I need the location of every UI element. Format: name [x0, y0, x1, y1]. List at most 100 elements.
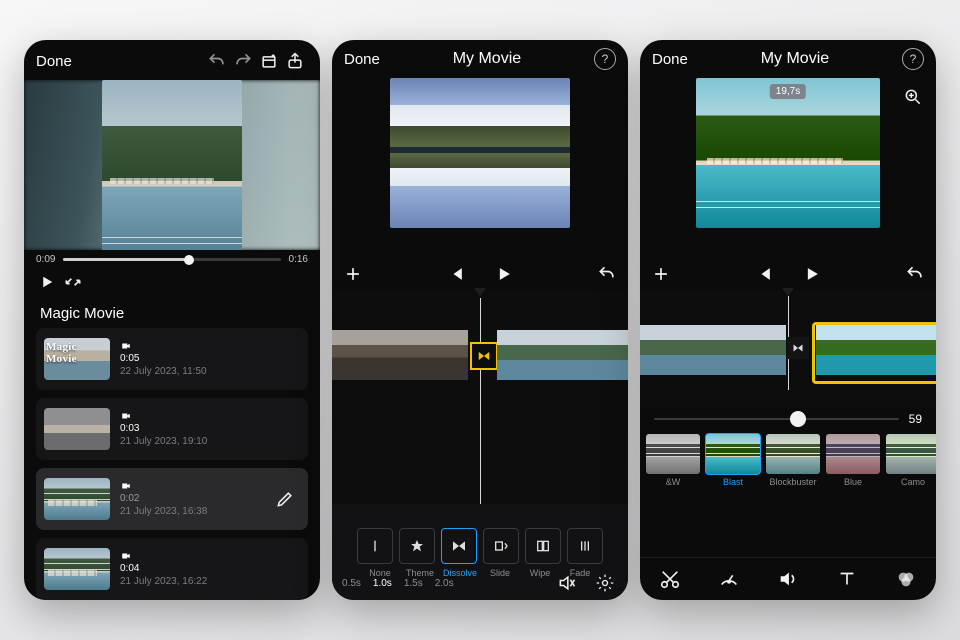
clip-duration: 0:03 — [120, 423, 207, 434]
duration-option[interactable]: 0.5s — [342, 578, 361, 589]
skip-back-icon[interactable] — [751, 261, 777, 287]
slider-value: 59 — [909, 412, 922, 426]
timeline[interactable]: None Theme Dissolve Slide Wipe Fade 0.5s… — [332, 290, 628, 600]
transition-theme[interactable] — [399, 528, 435, 564]
time-current: 0:09 — [36, 254, 55, 265]
clip-duration: 0:02 — [120, 493, 207, 504]
filter-blast-selected[interactable]: Blast — [706, 434, 760, 487]
clip-item[interactable]: Magic Movie 0:05 22 July 2023, 11:50 — [36, 328, 308, 390]
settings-icon[interactable] — [592, 570, 618, 596]
fullscreen-icon[interactable] — [60, 269, 86, 295]
timeline-controls — [332, 256, 628, 290]
transition-none[interactable] — [357, 528, 393, 564]
transition-slide[interactable] — [483, 528, 519, 564]
add-button[interactable] — [648, 261, 674, 287]
clip-duration: 0:05 — [120, 353, 207, 364]
transition-fade[interactable] — [567, 528, 603, 564]
clip-date: 22 July 2023, 11:50 — [120, 366, 207, 377]
project-title: My Movie — [761, 50, 829, 68]
done-button[interactable]: Done — [652, 51, 688, 68]
transition-duration-row: 0.5s 1.0s 1.5s 2.0s — [342, 570, 618, 596]
intensity-slider[interactable]: 59 — [640, 408, 936, 430]
edit-toolbar — [640, 557, 936, 600]
time-total: 0:16 — [289, 254, 308, 265]
undo-icon[interactable] — [902, 261, 928, 287]
header: Done — [24, 40, 320, 80]
volume-icon[interactable] — [775, 566, 801, 592]
phone-transitions: Done My Movie ? — [332, 40, 628, 600]
redo-icon[interactable] — [230, 48, 256, 74]
clip-2-selected[interactable] — [816, 325, 936, 375]
clip-item[interactable]: 0:04 21 July 2023, 16:22 — [36, 538, 308, 600]
filter-bw[interactable]: &W — [646, 434, 700, 487]
clip-item-selected[interactable]: 0:02 21 July 2023, 16:38 — [36, 468, 308, 530]
filters-icon[interactable] — [893, 566, 919, 592]
zoom-icon[interactable] — [900, 84, 926, 110]
header: Done My Movie ? — [332, 40, 628, 76]
header: Done My Movie ? — [640, 40, 936, 76]
video-icon — [120, 551, 132, 561]
phone-magic-movie: Done 0:09 0:16 Magic Movie Magic Movie 0… — [24, 40, 320, 600]
play-button[interactable] — [799, 261, 825, 287]
clip-date: 21 July 2023, 16:22 — [120, 576, 207, 587]
share-icon[interactable] — [282, 48, 308, 74]
preview-frame — [696, 78, 880, 228]
transition-dissolve[interactable] — [441, 528, 477, 564]
speed-icon[interactable] — [716, 566, 742, 592]
playhead-notch — [474, 288, 486, 296]
preview-controls — [24, 269, 320, 295]
phone-filters: Done My Movie ? 19,7s — [640, 40, 936, 600]
clip-date: 21 July 2023, 19:10 — [120, 436, 207, 447]
clip-duration: 0:04 — [120, 563, 207, 574]
preview-frame — [390, 78, 570, 228]
duration-option[interactable]: 1.5s — [404, 578, 423, 589]
transition-wipe[interactable] — [525, 528, 561, 564]
clip-1[interactable] — [640, 325, 786, 375]
cut-icon[interactable] — [657, 566, 683, 592]
filter-camo[interactable]: Camo — [886, 434, 936, 487]
video-icon — [120, 411, 132, 421]
help-icon[interactable]: ? — [594, 48, 616, 70]
video-icon — [120, 481, 132, 491]
duration-option[interactable]: 2.0s — [435, 578, 454, 589]
clip-item[interactable]: 0:03 21 July 2023, 19:10 — [36, 398, 308, 460]
transition-options — [332, 528, 628, 564]
section-title: Magic Movie — [24, 295, 320, 328]
project-title: My Movie — [453, 50, 521, 68]
play-button[interactable] — [491, 261, 517, 287]
video-preview[interactable] — [332, 76, 628, 256]
done-button[interactable]: Done — [344, 51, 380, 68]
timeline-controls — [640, 256, 936, 290]
filter-carousel[interactable]: &W Blast Blockbuster Blue Camo — [640, 430, 936, 487]
clip-list: Magic Movie 0:05 22 July 2023, 11:50 0:0… — [24, 328, 320, 600]
filter-blue[interactable]: Blue — [826, 434, 880, 487]
undo-icon[interactable] — [204, 48, 230, 74]
transition-chip[interactable] — [787, 337, 809, 359]
edit-icon[interactable] — [272, 486, 298, 512]
video-preview[interactable]: 19,7s — [640, 76, 936, 256]
video-icon — [120, 341, 132, 351]
clip-2[interactable] — [497, 330, 628, 380]
add-button[interactable] — [340, 261, 366, 287]
preview-frame — [102, 80, 242, 250]
filter-blockbuster[interactable]: Blockbuster — [766, 434, 820, 487]
done-button[interactable]: Done — [36, 53, 72, 70]
text-icon[interactable] — [834, 566, 860, 592]
add-media-icon[interactable] — [256, 48, 282, 74]
clip-overlay: Magic Movie — [46, 341, 110, 365]
transition-chip-selected[interactable] — [470, 342, 498, 370]
scrubber-track[interactable] — [63, 258, 280, 261]
clip-1[interactable] — [332, 330, 468, 380]
undo-icon[interactable] — [594, 261, 620, 287]
clip-date: 21 July 2023, 16:38 — [120, 506, 207, 517]
play-button[interactable] — [34, 269, 60, 295]
help-icon[interactable]: ? — [902, 48, 924, 70]
playhead-notch — [782, 288, 794, 296]
skip-back-icon[interactable] — [443, 261, 469, 287]
time-badge: 19,7s — [770, 84, 806, 99]
video-preview[interactable] — [24, 80, 320, 250]
duration-option-selected[interactable]: 1.0s — [373, 578, 392, 589]
scrubber[interactable]: 0:09 0:16 — [24, 250, 320, 269]
mute-icon[interactable] — [554, 570, 580, 596]
timeline[interactable] — [640, 290, 936, 408]
